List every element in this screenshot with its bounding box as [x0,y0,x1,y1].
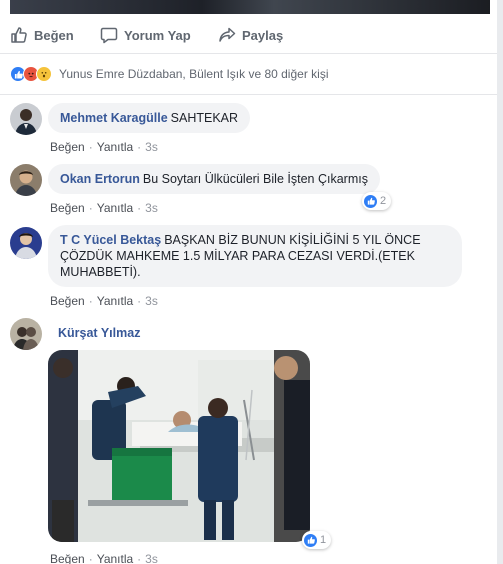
avatar[interactable] [10,103,42,135]
like-label: Beğen [34,27,74,43]
comment-bubble: T C Yücel Bektaş BAŞKAN BİZ BUNUN KİŞİLİĞ… [48,225,462,287]
comment-like-link[interactable]: Beğen [50,201,85,215]
reaction-names[interactable]: Yunus Emre Düzdaban, Bülent Işık ve 80 d… [59,67,328,81]
thumbs-up-icon [10,26,28,44]
like-icon [304,533,317,547]
comment-author[interactable]: T C Yücel Bektaş [60,233,161,247]
reaction-icons [10,66,52,82]
comment-text: Bu Soytarı Ülkücüleri Bile İşten Çıkarmı… [142,172,368,186]
comment-reaction-count[interactable]: 1 [302,531,332,549]
comment-photo[interactable] [48,350,310,542]
reaction-count-value: 1 [320,534,327,546]
comment-like-link[interactable]: Beğen [50,552,85,564]
divider [0,94,497,95]
comment-button[interactable]: Yorum Yap [100,26,191,44]
comment-like-link[interactable]: Beğen [50,140,85,154]
comment-author[interactable]: Kürşat Yılmaz [58,326,140,340]
comment-bubble: Okan Ertorun Bu Soytarı Ülkücüleri Bile İ… [48,164,380,194]
post-action-bar: Beğen Yorum Yap Paylaş [0,18,497,54]
share-button[interactable]: Paylaş [218,26,283,44]
comment-reply-link[interactable]: Yanıtla [97,552,133,564]
comment-reaction-count[interactable]: 2 [362,192,392,210]
comment-actions: Beğen · Yanıtla · 3s [50,201,158,215]
like-icon [364,194,377,208]
comment-timestamp[interactable]: 3s [145,552,158,564]
comment-actions: Beğen · Yanıtla · 3s [50,294,158,308]
speech-bubble-icon [100,26,118,44]
reaction-count-value: 2 [380,195,387,207]
comment-timestamp[interactable]: 3s [145,294,158,308]
scrollbar-track [497,0,503,564]
avatar[interactable] [10,164,42,196]
share-label: Paylaş [242,27,284,43]
comment-author[interactable]: Mehmet Karagülle [60,111,168,125]
avatar[interactable] [10,318,42,350]
comment-label: Yorum Yap [124,27,191,43]
wow-icon [36,66,52,82]
post-media-bottom-edge[interactable] [0,0,503,16]
comment-actions: Beğen · Yanıtla · 3s [50,140,158,154]
comment-actions: Beğen · Yanıtla · 3s [50,552,158,564]
comment-author[interactable]: Okan Ertorun [60,172,140,186]
comment-like-link[interactable]: Beğen [50,294,85,308]
comment-text: SAHTEKAR [170,111,239,125]
comment-header: Kürşat Yılmaz [58,326,143,340]
comment-reply-link[interactable]: Yanıtla [97,201,133,215]
comment-reply-link[interactable]: Yanıtla [97,140,133,154]
reactions-summary[interactable]: Yunus Emre Düzdaban, Bülent Işık ve 80 d… [10,64,328,84]
comment-timestamp[interactable]: 3s [145,140,158,154]
share-arrow-icon [218,26,236,44]
comment-reply-link[interactable]: Yanıtla [97,294,133,308]
comment-bubble: Mehmet Karagülle SAHTEKAR [48,103,251,133]
comment-timestamp[interactable]: 3s [145,201,158,215]
like-button[interactable]: Beğen [10,26,74,44]
avatar[interactable] [10,227,42,259]
